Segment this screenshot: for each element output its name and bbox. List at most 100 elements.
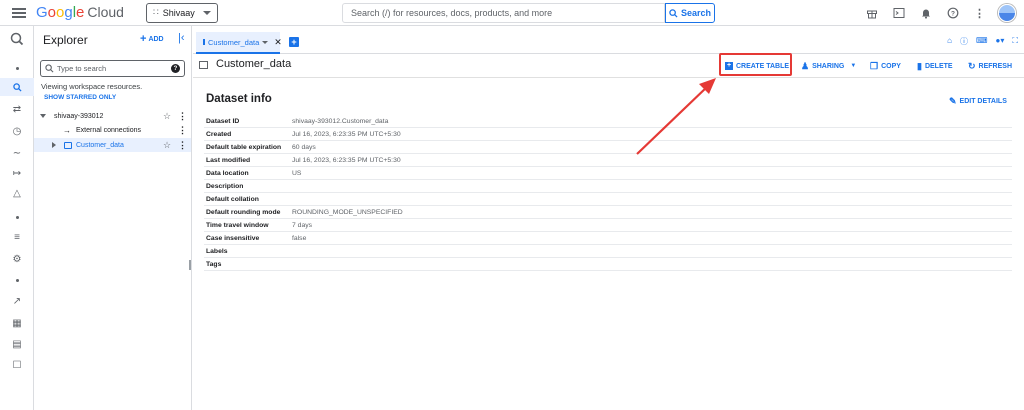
search-button[interactable]: Search	[665, 3, 715, 23]
tree-item-project[interactable]: shivaay-393012 ☆ ⋮	[34, 109, 191, 123]
rail-separator-dot	[16, 279, 19, 282]
google-cloud-logo[interactable]: Google Cloud	[36, 4, 124, 21]
info-key: Dataset ID	[206, 117, 240, 125]
workflow-icon[interactable]: ↦	[0, 164, 34, 182]
edit-details-label: EDIT DETAILS	[959, 98, 1007, 105]
refresh-button[interactable]: ↻ REFRESH	[968, 54, 1012, 78]
new-tab-button[interactable]: +	[289, 37, 299, 47]
grid-icon[interactable]: ▦	[0, 314, 34, 332]
project-label: shivaay-393012	[54, 112, 104, 120]
list-icon[interactable]: ≡	[0, 228, 34, 246]
logo-cloud: Cloud	[87, 4, 124, 20]
info-row: Description	[204, 180, 1012, 193]
tab-customer-data[interactable]: Customer_data ✕	[196, 32, 282, 54]
project-name: Shivaay	[162, 7, 195, 18]
info-row: Default rounding mode ROUNDING_MODE_UNSPE…	[204, 206, 1012, 219]
left-rail: ⇄ ◷ ∼ ↦ △ ≡ ⚙ ↗ ▦ ▤ ☐	[0, 26, 34, 410]
info-key: Last modified	[206, 156, 251, 164]
add-button[interactable]: + ADD	[140, 34, 164, 45]
page-title: Customer_data	[216, 58, 292, 70]
info-value: 7 days	[292, 221, 313, 229]
info-key: Default rounding mode	[206, 208, 281, 216]
transfers-icon[interactable]: ⇄	[0, 100, 34, 118]
edit-details-button[interactable]: ✎ EDIT DETAILS	[949, 96, 1007, 107]
connection-icon: →	[63, 125, 71, 135]
project-selector[interactable]: ∷ Shivaay	[145, 2, 218, 23]
search-icon	[669, 8, 678, 18]
info-value: Jul 16, 2023, 6:23:35 PM UTC+5:30	[292, 156, 401, 164]
star-icon[interactable]: ☆	[163, 111, 171, 122]
more-vert-icon[interactable]: ⋮	[178, 125, 187, 136]
panel-resize-handle[interactable]	[189, 260, 191, 270]
collapse-panel-icon[interactable]: |‹	[178, 32, 185, 44]
sharing-button[interactable]: ♟ SHARING ▼	[801, 54, 856, 78]
pin-icon[interactable]: ●▾	[996, 36, 1005, 47]
dataset-label: Customer_data	[76, 141, 124, 149]
sharing-label: SHARING	[812, 62, 845, 70]
pencil-icon: ✎	[949, 96, 957, 106]
search-input[interactable]: Search (/) for resources, docs, products…	[342, 3, 665, 23]
info-key: Case insensitive	[206, 234, 260, 242]
info-row: Case insensitive false	[204, 232, 1012, 245]
analytics-hub-icon[interactable]: △	[0, 184, 34, 202]
info-key: Created	[206, 130, 232, 138]
tree-item-connections[interactable]: → External connections ⋮	[34, 123, 191, 137]
info-key: Data location	[206, 169, 249, 177]
trash-icon: ▮	[917, 60, 922, 71]
menu-icon[interactable]	[12, 7, 26, 18]
help-icon[interactable]: ?	[171, 64, 180, 73]
tree-item-dataset[interactable]: Customer_data ☆ ⋮	[34, 138, 191, 152]
chart-icon[interactable]: ↗	[0, 292, 34, 310]
lock-icon[interactable]: ☐	[0, 356, 34, 374]
chevron-down-icon: ▼	[850, 63, 857, 69]
bell-icon[interactable]	[917, 5, 934, 22]
info-value: Jul 16, 2023, 6:23:35 PM UTC+5:30	[292, 130, 401, 138]
connections-label: External connections	[76, 126, 141, 134]
more-vert-icon[interactable]: ⋮	[178, 140, 187, 151]
fullscreen-icon[interactable]: ⛶	[1012, 36, 1018, 47]
add-label: ADD	[148, 36, 164, 43]
star-icon[interactable]: ☆	[163, 140, 171, 151]
show-starred-link[interactable]: SHOW STARRED ONLY	[44, 94, 116, 101]
project-icon: ∷	[152, 7, 159, 17]
copy-button[interactable]: ❐ COPY	[870, 54, 901, 78]
top-bar: Google Cloud ∷ Shivaay Search (/) for re…	[0, 0, 1024, 26]
help-icon[interactable]: ?	[944, 5, 961, 22]
history-icon[interactable]: ◷	[0, 122, 34, 140]
highlight-box	[719, 53, 792, 76]
gift-icon[interactable]	[863, 5, 880, 22]
dataset-info-table: Dataset ID shivaay-393012.Customer_data C…	[204, 115, 1012, 271]
rail-separator-dot	[16, 216, 19, 219]
more-vert-icon[interactable]: ⋮	[178, 111, 187, 122]
chevron-down-icon[interactable]	[262, 40, 269, 44]
info-key: Description	[206, 182, 244, 190]
copy-label: COPY	[881, 62, 901, 70]
avatar[interactable]	[998, 4, 1016, 22]
chevron-right-icon[interactable]	[52, 142, 56, 148]
explorer-search-input[interactable]: Type to search ?	[40, 60, 185, 77]
info-value: 60 days	[292, 143, 316, 151]
section-title: Dataset info	[206, 93, 272, 105]
keyboard-icon[interactable]: ⌨	[976, 36, 988, 47]
delete-button[interactable]: ▮ DELETE	[917, 54, 953, 78]
chevron-down-icon[interactable]	[40, 114, 46, 118]
explorer-title: Explorer	[43, 33, 88, 47]
bigquery-logo-icon[interactable]	[0, 30, 34, 48]
wrench-icon[interactable]: ⚙	[0, 250, 34, 268]
info-icon[interactable]: ⓘ	[960, 36, 968, 47]
terminal-icon[interactable]	[890, 5, 907, 22]
delete-label: DELETE	[924, 62, 953, 70]
viewing-note: Viewing workspace resources.	[41, 82, 143, 91]
close-icon[interactable]: ✕	[274, 37, 282, 48]
more-vert-icon[interactable]: ⋮	[971, 5, 988, 22]
scheduled-icon[interactable]: ∼	[0, 144, 34, 162]
rail-separator-dot	[16, 67, 19, 70]
info-row: Data location US	[204, 167, 1012, 180]
refresh-label: REFRESH	[978, 62, 1012, 70]
copy-icon: ❐	[870, 60, 879, 71]
info-value: US	[292, 169, 302, 177]
search-icon[interactable]	[0, 78, 34, 96]
table-icon[interactable]: ▤	[0, 335, 34, 353]
info-key: Default table expiration	[206, 143, 282, 151]
home-icon[interactable]: ⌂	[947, 36, 952, 47]
